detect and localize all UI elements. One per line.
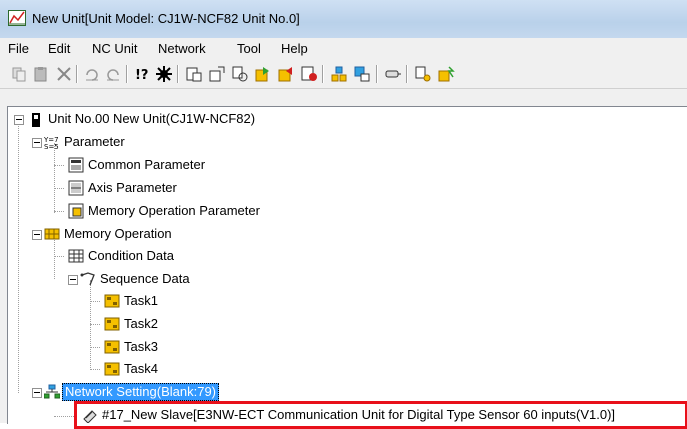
menu-bar: File Edit NC Unit Network Tool Help [0,38,687,60]
title-bar[interactable]: New Unit[Unit Model: CJ1W-NCF82 Unit No.… [0,0,687,38]
expander-parameter[interactable] [32,138,42,148]
undo-icon[interactable] [83,65,101,83]
task-icon [104,340,120,354]
menu-file[interactable]: File [8,41,29,56]
tree-item-sequence-data[interactable]: Sequence Data [100,271,190,287]
tree-connector [54,165,64,166]
condition-data-icon [68,249,84,263]
application-window: New Unit[Unit Model: CJ1W-NCF82 Unit No.… [0,0,687,429]
tree-item-task3[interactable]: Task3 [124,339,158,355]
task-icon [104,294,120,308]
tree-item-condition-data[interactable]: Condition Data [88,248,174,264]
tree-connector [90,301,100,302]
tree-item-memory-operation[interactable]: Memory Operation [64,226,172,242]
svg-text:!?: !? [135,68,148,83]
download-icon[interactable] [254,65,272,83]
tree-connector [54,143,55,213]
parameter-icon[interactable] [185,65,203,83]
tree-connector [54,256,64,257]
toolbar-separator [76,65,78,83]
tree-item-memory-operation-parameter[interactable]: Memory Operation Parameter [88,203,260,219]
expander-sequence-data[interactable] [68,275,78,285]
menu-tool[interactable]: Tool [237,41,261,56]
menu-network[interactable]: Network [158,41,206,56]
toolbar-separator [126,65,128,83]
tree-connector [90,369,100,370]
parameter-list-icon: Y=7S=5 [44,136,59,150]
settings-icon[interactable] [155,65,173,83]
unit-icon [32,113,40,127]
tree-item-task2[interactable]: Task2 [124,316,158,332]
toolbar-separator [177,65,179,83]
tree-connector [18,121,19,393]
tree-icon[interactable] [414,65,432,83]
tree-item-common-parameter[interactable]: Common Parameter [88,157,205,173]
tree-item-task4[interactable]: Task4 [124,361,158,377]
save-icon[interactable] [300,65,318,83]
toolbar: !? [0,60,687,89]
menu-nc-unit[interactable]: NC Unit [92,41,138,56]
upload-icon[interactable] [277,65,295,83]
svg-text:S=5: S=5 [44,143,59,150]
transfer-icon[interactable] [208,65,226,83]
tree-connector [90,324,100,325]
delete-icon[interactable] [55,65,73,83]
expander-memory-operation[interactable] [32,230,42,240]
compare-icon[interactable] [231,65,249,83]
memory-operation-icon [44,228,60,240]
task-icon [104,317,120,331]
tree-connector [54,211,64,212]
monitor-icon[interactable] [353,65,371,83]
signal-icon[interactable] [437,65,455,83]
tree-connector [90,280,91,370]
expander-network-setting[interactable] [32,388,42,398]
menu-edit[interactable]: Edit [48,41,70,56]
sequence-data-icon [80,272,95,286]
network-icon[interactable] [330,65,348,83]
redo-icon[interactable] [104,65,122,83]
common-parameter-icon [68,157,84,173]
network-setting-icon [44,384,60,399]
task-icon [104,362,120,376]
tree-item-task1[interactable]: Task1 [124,293,158,309]
menu-help[interactable]: Help [281,41,308,56]
tree-item-parameter[interactable]: Parameter [64,134,125,150]
toolbar-separator [322,65,324,83]
paste-icon[interactable] [32,65,50,83]
connect-icon[interactable] [384,65,402,83]
project-tree: Unit No.00 New Unit(CJ1W-NCF82) Y=7 S=5 P… [7,106,687,429]
tree-item-network-setting[interactable]: Network Setting(Blank:79) [62,383,220,401]
tree-root-unit[interactable]: Unit No.00 New Unit(CJ1W-NCF82) [48,111,255,127]
tree-connector [54,188,64,189]
expander-root[interactable] [14,115,24,125]
highlight-box [74,401,687,429]
tree-connector [90,347,100,348]
window-title: New Unit[Unit Model: CJ1W-NCF82 Unit No.… [32,11,300,26]
toolbar-separator [406,65,408,83]
tree-item-axis-parameter[interactable]: Axis Parameter [88,180,177,196]
tree-connector [54,416,74,417]
memory-operation-parameter-icon [68,203,84,219]
unit-chart-icon [8,10,26,26]
axis-parameter-icon [68,180,84,196]
help-icon[interactable]: !? [133,65,151,83]
copy-icon[interactable] [10,65,28,83]
toolbar-separator [376,65,378,83]
